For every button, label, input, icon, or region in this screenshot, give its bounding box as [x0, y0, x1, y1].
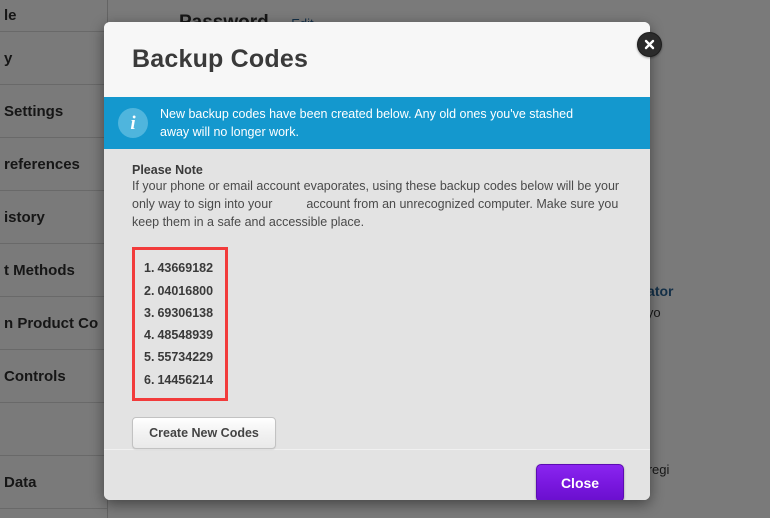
list-item: 5.55734229	[144, 346, 216, 368]
code-index: 2.	[144, 284, 154, 298]
info-icon-glyph: i	[130, 114, 135, 133]
code-value: 14456214	[157, 373, 213, 387]
backup-codes-modal: Backup Codes i New backup codes have bee…	[104, 22, 650, 500]
screenshot-root: le y Settings references istory t Method…	[0, 0, 770, 518]
code-index: 4.	[144, 328, 154, 342]
list-item: 3.69306138	[144, 302, 216, 324]
list-item: 4.48548939	[144, 324, 216, 346]
code-index: 3.	[144, 306, 154, 320]
modal-footer: Close	[104, 449, 650, 500]
list-item: 6.14456214	[144, 369, 216, 391]
modal-header: Backup Codes	[104, 22, 650, 97]
info-banner: i New backup codes have been created bel…	[104, 97, 650, 149]
backup-codes-list: 1.43669182 2.04016800 3.69306138 4.48548…	[132, 247, 228, 401]
info-banner-message: New backup codes have been created below…	[160, 105, 595, 141]
code-index: 6.	[144, 373, 154, 387]
modal-body: Please Note If your phone or email accou…	[104, 149, 650, 449]
create-new-codes-button[interactable]: Create New Codes	[132, 417, 276, 449]
close-button[interactable]: Close	[536, 464, 624, 500]
code-index: 1.	[144, 261, 154, 275]
list-item: 1.43669182	[144, 257, 216, 279]
list-item: 2.04016800	[144, 280, 216, 302]
please-note-heading: Please Note	[132, 163, 622, 177]
code-value: 55734229	[157, 350, 213, 364]
code-value: 43669182	[157, 261, 213, 275]
code-value: 69306138	[157, 306, 213, 320]
code-index: 5.	[144, 350, 154, 364]
modal-inner: Backup Codes i New backup codes have bee…	[104, 22, 650, 500]
close-icon[interactable]	[637, 32, 662, 57]
code-value: 04016800	[157, 284, 213, 298]
code-value: 48548939	[157, 328, 213, 342]
please-note-body: If your phone or email account evaporate…	[132, 178, 622, 231]
info-icon: i	[118, 108, 148, 138]
page-title: Backup Codes	[132, 45, 308, 74]
